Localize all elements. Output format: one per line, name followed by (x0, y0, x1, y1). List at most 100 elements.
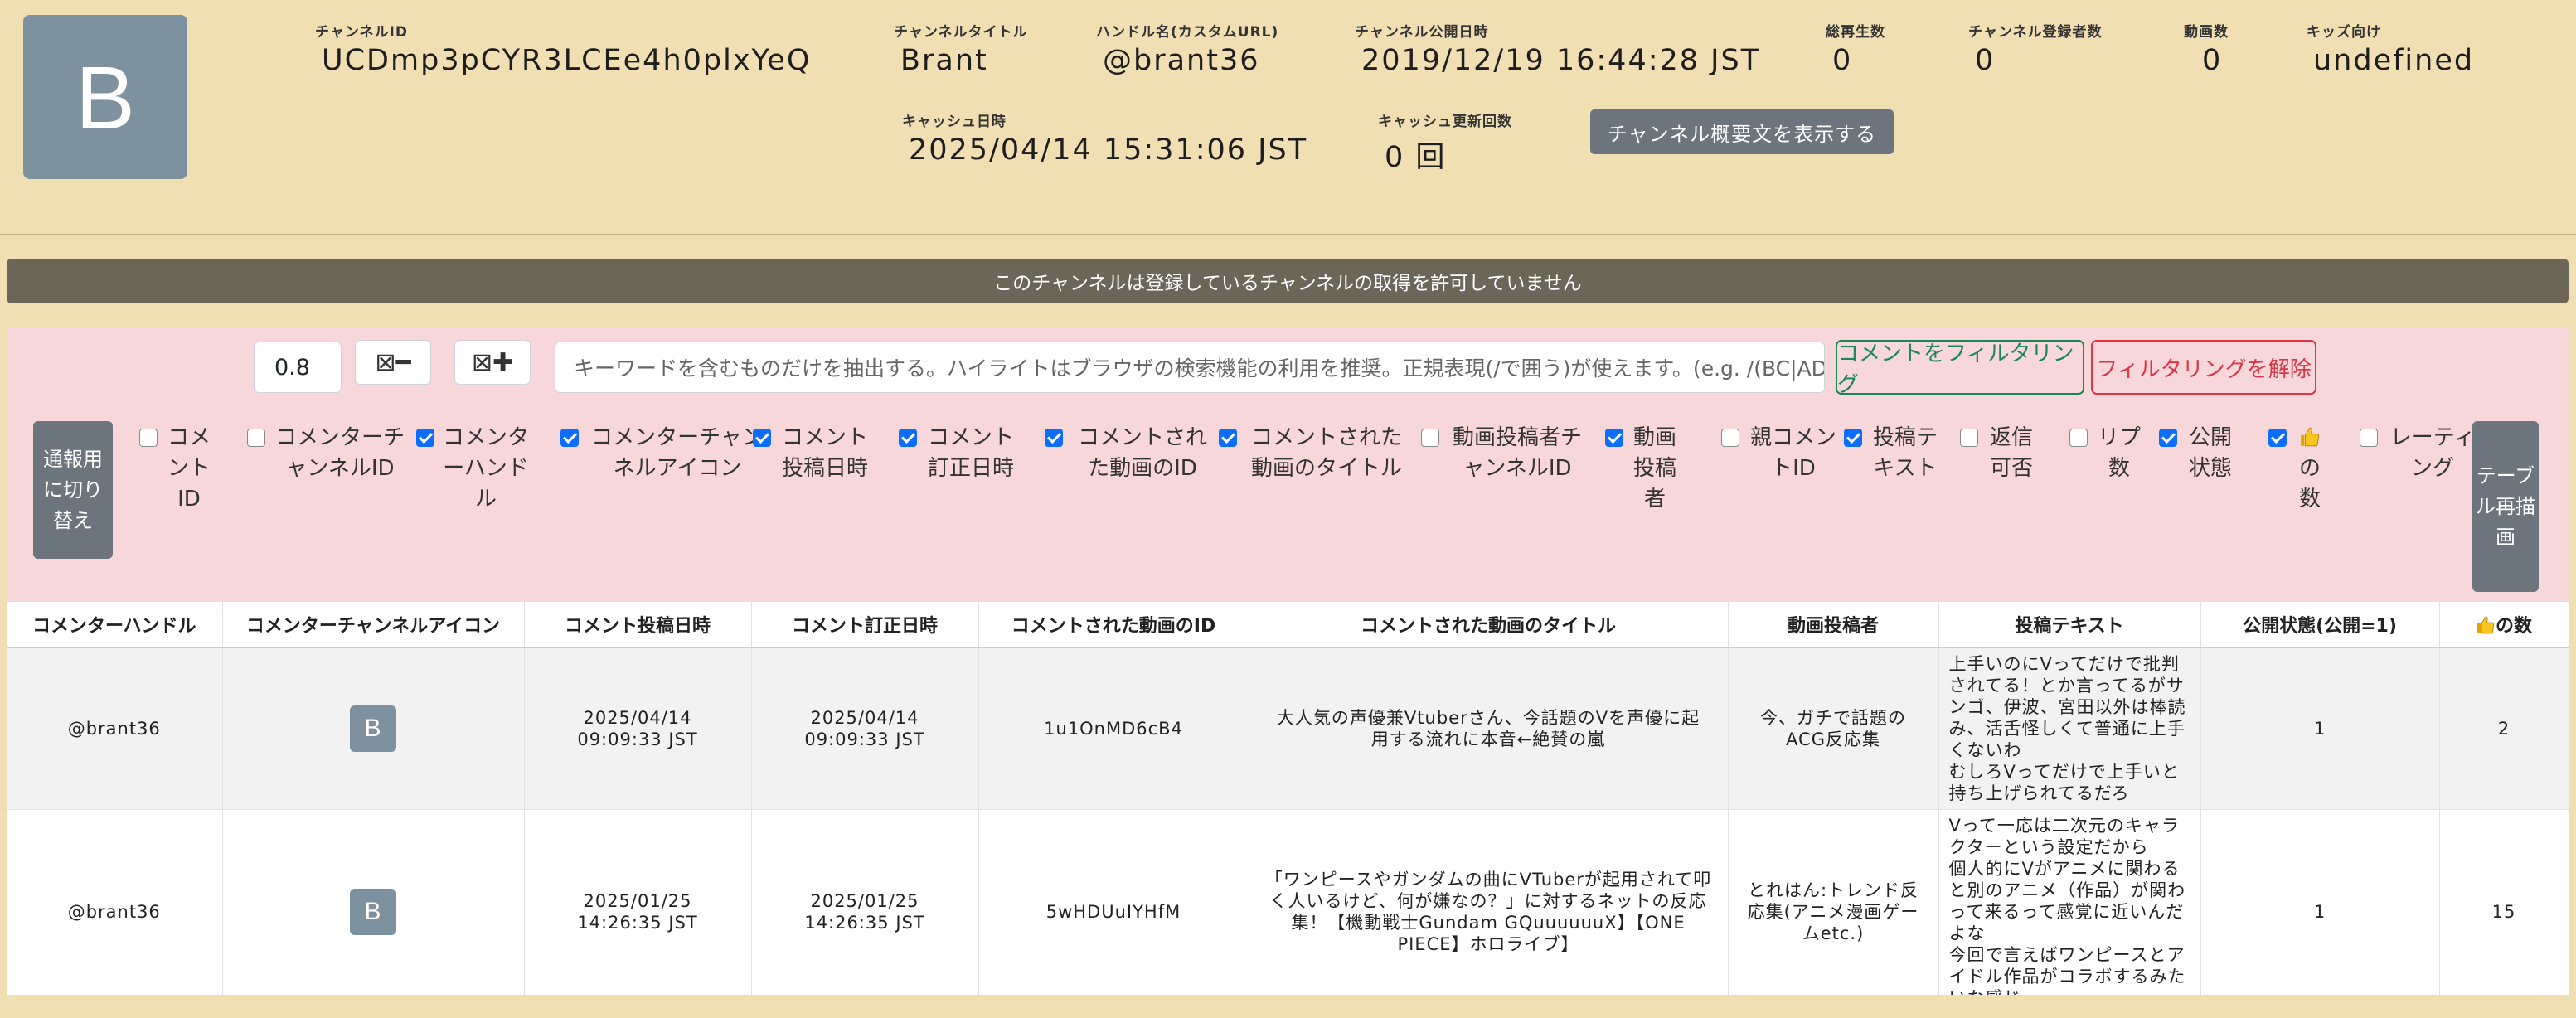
column-checkbox[interactable] (247, 429, 265, 447)
subscribers-label: チャンネル登録者数 (1968, 24, 2103, 41)
column-checkbox[interactable] (2360, 429, 2378, 447)
keyword-filter-input[interactable]: キーワードを含むものだけを抽出する。ハイライトはブラウザの検索機能の利用を推奨。… (555, 342, 1825, 393)
column-checkbox[interactable] (1045, 429, 1063, 447)
filter-comments-button[interactable]: コメントをフィルタリング (1836, 340, 2084, 397)
column-option[interactable]: コメントされた動画のタイトル (1219, 423, 1408, 484)
header-edited[interactable]: コメント訂正日時 (751, 602, 979, 648)
column-option[interactable]: 親コメントID (1721, 423, 1839, 484)
column-option-label-wrap: の数 (2295, 423, 2325, 515)
channel-published-label: チャンネル公開日時 (1355, 24, 1489, 41)
column-checkbox[interactable] (2268, 429, 2287, 447)
column-option[interactable]: の数 (2268, 423, 2325, 515)
column-checkbox[interactable] (416, 429, 434, 447)
cell-text: 上手いのにVってだけで批判されてる！とか言ってるがサンゴ、伊波、宮田以外は棒読み… (1938, 647, 2201, 810)
column-option[interactable]: リプ数 (2069, 423, 2142, 484)
column-option-label: コメントID (167, 425, 211, 511)
total-views-block: 総再生数 0 (1826, 20, 1885, 77)
column-option[interactable]: コメンターチャンネルID (247, 423, 406, 484)
cell-handle: @brant36 (7, 809, 223, 995)
column-option-label: リプ数 (2097, 425, 2141, 481)
channel-handle-value: @brant36 (1103, 44, 1260, 77)
channel-title-block: チャンネルタイトル Brant (894, 20, 1028, 77)
column-option[interactable]: コメントID (139, 423, 212, 515)
column-option[interactable]: コメントされた動画のID (1045, 423, 1214, 484)
column-checkbox[interactable] (139, 429, 158, 447)
column-option-label: コメンターチャンネルアイコン (591, 425, 764, 481)
column-option-label: コメンターハンドル (443, 425, 530, 511)
cell-posted: 2025/04/14 09:09:33 JST (524, 647, 752, 810)
show-description-button[interactable]: チャンネル概要文を表示する (1590, 109, 1894, 154)
column-option[interactable]: 返信可否 (1960, 423, 2036, 484)
cache-count-block: キャッシュ更新回数 0 回 (1378, 109, 1512, 176)
column-checkbox[interactable] (2159, 429, 2177, 447)
header-divider (0, 234, 2576, 235)
table-row: @brant36 B 2025/01/25 14:26:35 JST 2025/… (7, 809, 2569, 995)
column-option[interactable]: 公開状態 (2159, 423, 2235, 484)
column-checkbox[interactable] (1844, 429, 1862, 447)
channel-handle-block: ハンドル名(カスタムURL) @brant36 (1096, 20, 1278, 77)
commenter-avatar[interactable]: B (350, 705, 396, 752)
cell-video-id[interactable]: 1u1OnMD6cB4 (978, 647, 1249, 810)
cell-uploader[interactable]: 今、ガチで話題のACG反応集 (1728, 647, 1939, 810)
zoom-out-button[interactable]: ⊠━ (355, 340, 431, 385)
channel-avatar: B (23, 15, 187, 179)
thumbs-up-icon (2301, 427, 2320, 447)
cache-count-label: キャッシュ更新回数 (1378, 114, 1512, 130)
column-option-label: コメントされた動画のID (1077, 425, 1207, 481)
column-option-label: 公開状態 (2188, 425, 2232, 481)
column-option-label: コメントされた動画のタイトル (1250, 425, 1402, 481)
subscribers-block: チャンネル登録者数 0 (1968, 20, 2103, 77)
cell-video-title[interactable]: 大人気の声優兼Vtuberさん、今話題のVを声優に起用する流れに本音←絶賛の嵐 (1249, 647, 1729, 810)
column-checkbox[interactable] (1605, 429, 1623, 447)
redraw-table-button[interactable]: テーブル再描画 (2472, 421, 2539, 592)
comments-table: コメンターハンドル コメンターチャンネルアイコン コメント投稿日時 コメント訂正… (7, 602, 2569, 995)
cell-video-id[interactable]: 5wHDUuIYHfM (978, 809, 1249, 995)
report-mode-toggle-button[interactable]: 通報用に切り替え (33, 421, 113, 559)
zoom-in-button[interactable]: ⊠✚ (454, 340, 531, 385)
column-option[interactable]: 投稿テキスト (1844, 423, 1940, 484)
video-count-label: 動画数 (2184, 24, 2229, 41)
header-commenter-icon[interactable]: コメンターチャンネルアイコン (222, 602, 525, 648)
column-option-label: 返信可否 (1989, 425, 2033, 481)
cell-posted: 2025/01/25 14:26:35 JST (524, 809, 752, 995)
cell-public: 1 (2200, 647, 2440, 810)
column-option[interactable]: コメント訂正日時 (899, 423, 1016, 484)
column-option-label: 親コメントID (1749, 425, 1836, 481)
commenter-avatar[interactable]: B (350, 889, 396, 935)
column-option[interactable]: コメント投稿日時 (753, 423, 871, 484)
column-checkbox[interactable] (1960, 429, 1978, 447)
header-text[interactable]: 投稿テキスト (1938, 602, 2201, 648)
subscribers-value: 0 (1975, 44, 1996, 77)
column-option-label: 投稿テキスト (1872, 425, 1938, 481)
header-public[interactable]: 公開状態(公開=1) (2200, 602, 2440, 648)
channel-published-value: 2019/12/19 16:44:28 JST (1361, 44, 1761, 77)
column-option[interactable]: レーティング (2360, 423, 2479, 484)
column-option[interactable]: 動画投稿者チャンネルID (1421, 423, 1587, 484)
header-commenter-handle[interactable]: コメンターハンドル (7, 602, 223, 648)
header-posted[interactable]: コメント投稿日時 (524, 602, 752, 648)
clear-filter-button[interactable]: フィルタリングを解除 (2091, 340, 2316, 395)
header-uploader[interactable]: 動画投稿者 (1728, 602, 1939, 648)
header-likes[interactable]: の数 (2439, 602, 2569, 648)
cell-uploader[interactable]: とれはん:トレンド反応集(アニメ漫画ゲームetc.) (1728, 809, 1939, 995)
column-checkbox[interactable] (1219, 429, 1237, 447)
cell-public: 1 (2200, 809, 2440, 995)
cell-video-title[interactable]: 「ワンピースやガンダムの曲にVTuberが起用されて叩く人いるけど、何が嫌なの？… (1249, 809, 1729, 995)
column-checkbox[interactable] (753, 429, 771, 447)
cell-handle: @brant36 (7, 647, 223, 810)
column-option[interactable]: コメンターハンドル (416, 423, 529, 515)
column-option[interactable]: コメンターチャンネルアイコン (560, 423, 768, 484)
cell-likes: 15 (2439, 809, 2569, 995)
zoom-input[interactable]: 0.8 (254, 342, 342, 393)
column-checkbox[interactable] (899, 429, 917, 447)
column-checkbox[interactable] (2069, 429, 2088, 447)
header-video-title[interactable]: コメントされた動画のタイトル (1249, 602, 1729, 648)
kids-label: キッズ向け (2307, 24, 2381, 41)
column-option[interactable]: 動画投稿者 (1605, 423, 1678, 515)
total-views-value: 0 (1832, 44, 1853, 77)
column-option-label: コメント投稿日時 (781, 425, 868, 481)
header-video-id[interactable]: コメントされた動画のID (978, 602, 1249, 648)
column-checkbox[interactable] (1721, 429, 1739, 447)
column-checkbox[interactable] (1421, 429, 1439, 447)
column-checkbox[interactable] (560, 429, 579, 447)
